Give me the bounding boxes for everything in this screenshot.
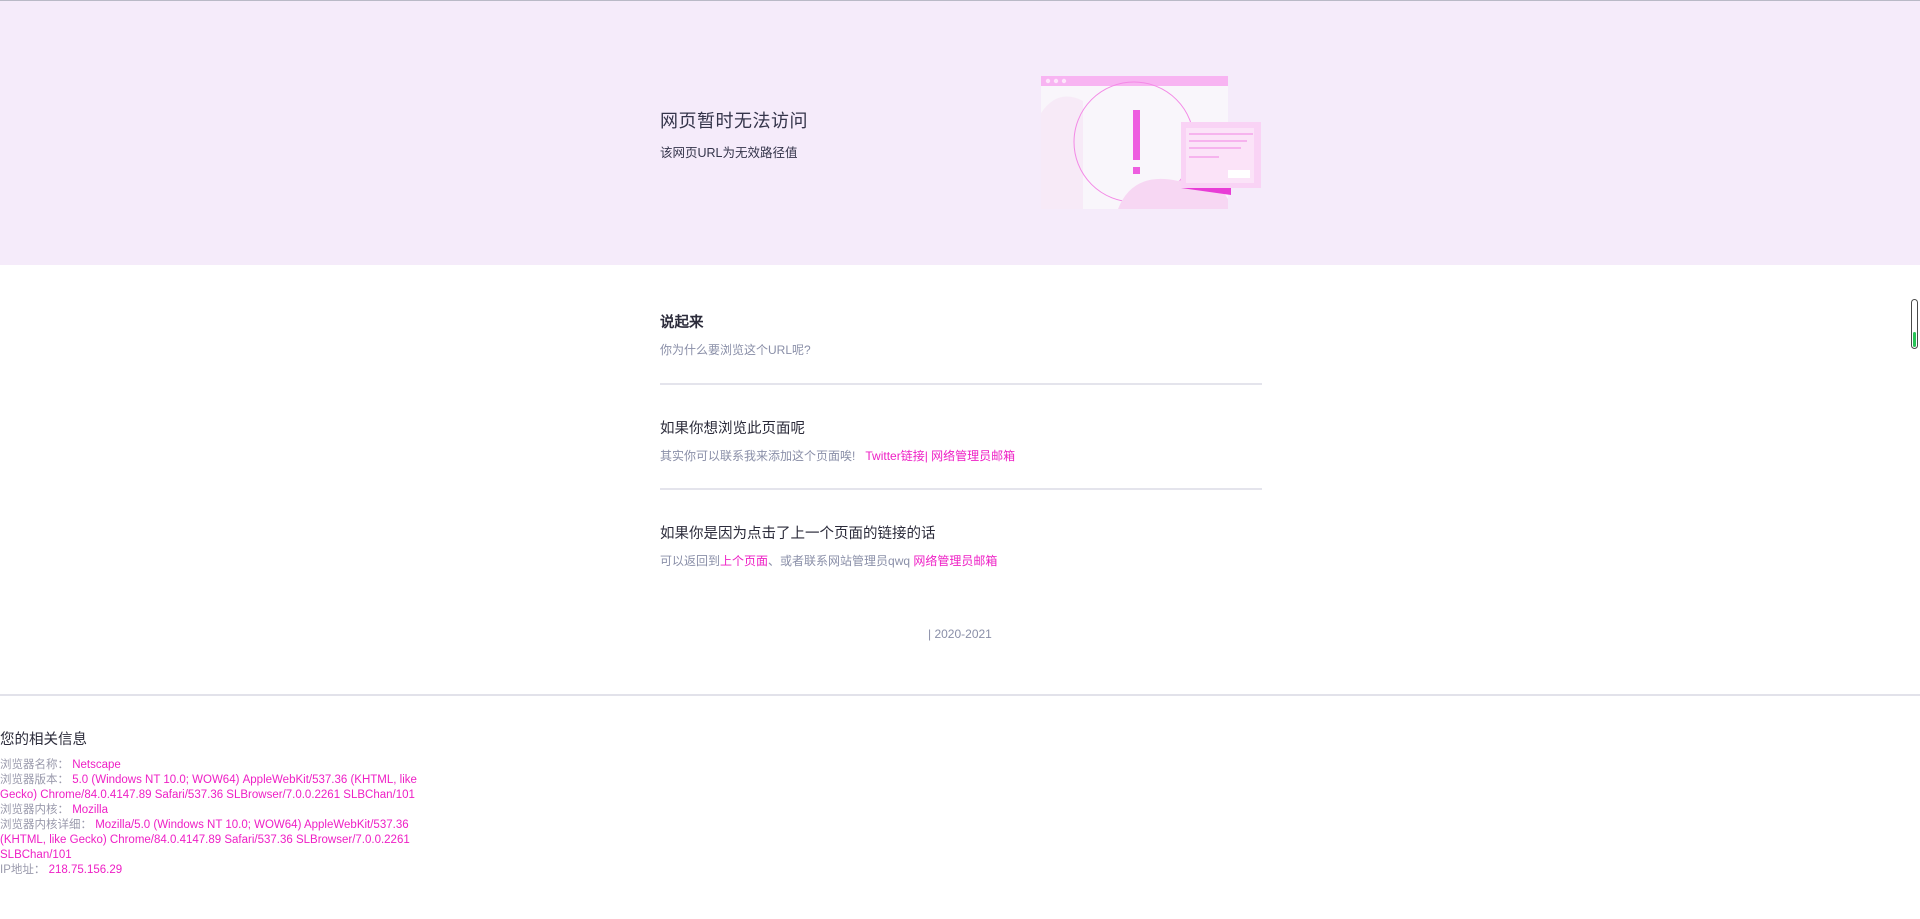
section-back: 如果你是因为点击了上一个页面的链接的话 可以返回到上个页面、或者联系网站管理员q…	[660, 522, 1262, 569]
info-label: 浏览器版本：	[0, 774, 69, 786]
info-label: 浏览器内核：	[0, 804, 69, 816]
info-value: 218.75.156.29	[48, 864, 123, 876]
admin-email-link[interactable]: 网络管理员邮箱	[931, 449, 1015, 463]
section-back-title: 如果你是因为点击了上一个页面的链接的话	[660, 526, 936, 542]
info-row-engine-detail: 浏览器内核详细： Mozilla/5.0 (Windows NT 10.0; W…	[0, 818, 430, 863]
section-request-desc: 其实你可以联系我来添加这个页面唉! Twitter链接| 网络管理员邮箱	[660, 447, 1262, 464]
info-row-engine: 浏览器内核： Mozilla	[0, 803, 430, 818]
visitor-info: 您的相关信息 浏览器名称： Netscape 浏览器版本： 5.0 (Windo…	[0, 728, 440, 878]
link-separator: |	[924, 449, 928, 463]
info-row-ip: IP地址： 218.75.156.29	[0, 863, 430, 878]
section-back-text: 可以返回到	[660, 554, 721, 568]
admin-email-link-2[interactable]: 网络管理员邮箱	[913, 554, 997, 568]
info-label: IP地址：	[0, 864, 46, 876]
info-row-browser-name: 浏览器名称： Netscape	[0, 758, 430, 773]
info-value: Mozilla	[72, 804, 108, 816]
section-request-text: 其实你可以联系我来添加这个页面唉!	[660, 449, 856, 463]
section-request-title: 如果你想浏览此页面呢	[660, 421, 805, 437]
visitor-info-title: 您的相关信息	[0, 732, 87, 748]
scroll-progress-indicator-icon[interactable]	[1911, 299, 1918, 349]
divider-2	[660, 488, 1262, 490]
error-page-illustration-icon	[1041, 76, 1261, 209]
page-title: 网页暂时无法访问	[660, 111, 808, 131]
section-why-desc: 你为什么要浏览这个URL呢?	[660, 343, 811, 357]
scroll-progress-fill	[1913, 332, 1916, 347]
section-why-title: 说起来	[660, 315, 704, 331]
info-divider	[0, 694, 1920, 696]
info-label: 浏览器名称：	[0, 759, 69, 771]
hero-banner: 网页暂时无法访问 该网页URL为无效路径值	[0, 1, 1920, 265]
previous-page-link[interactable]: 上个页面	[720, 554, 768, 568]
copyright: | 2020-2021	[928, 627, 992, 641]
info-row-browser-version: 浏览器版本： 5.0 (Windows NT 10.0; WOW64) Appl…	[0, 773, 430, 803]
section-back-desc: 可以返回到上个页面、或者联系网站管理员qwq 网络管理员邮箱	[660, 552, 1262, 569]
divider-1	[660, 383, 1262, 385]
page-subtitle: 该网页URL为无效路径值	[660, 146, 798, 160]
section-back-mid-text: 、或者联系网站管理员qwq	[768, 554, 911, 568]
info-label: 浏览器内核详细：	[0, 819, 92, 831]
section-why: 说起来 你为什么要浏览这个URL呢?	[660, 311, 1262, 358]
info-value: Netscape	[72, 759, 121, 771]
twitter-link[interactable]: Twitter链接	[865, 449, 924, 463]
section-request: 如果你想浏览此页面呢 其实你可以联系我来添加这个页面唉! Twitter链接| …	[660, 417, 1262, 464]
